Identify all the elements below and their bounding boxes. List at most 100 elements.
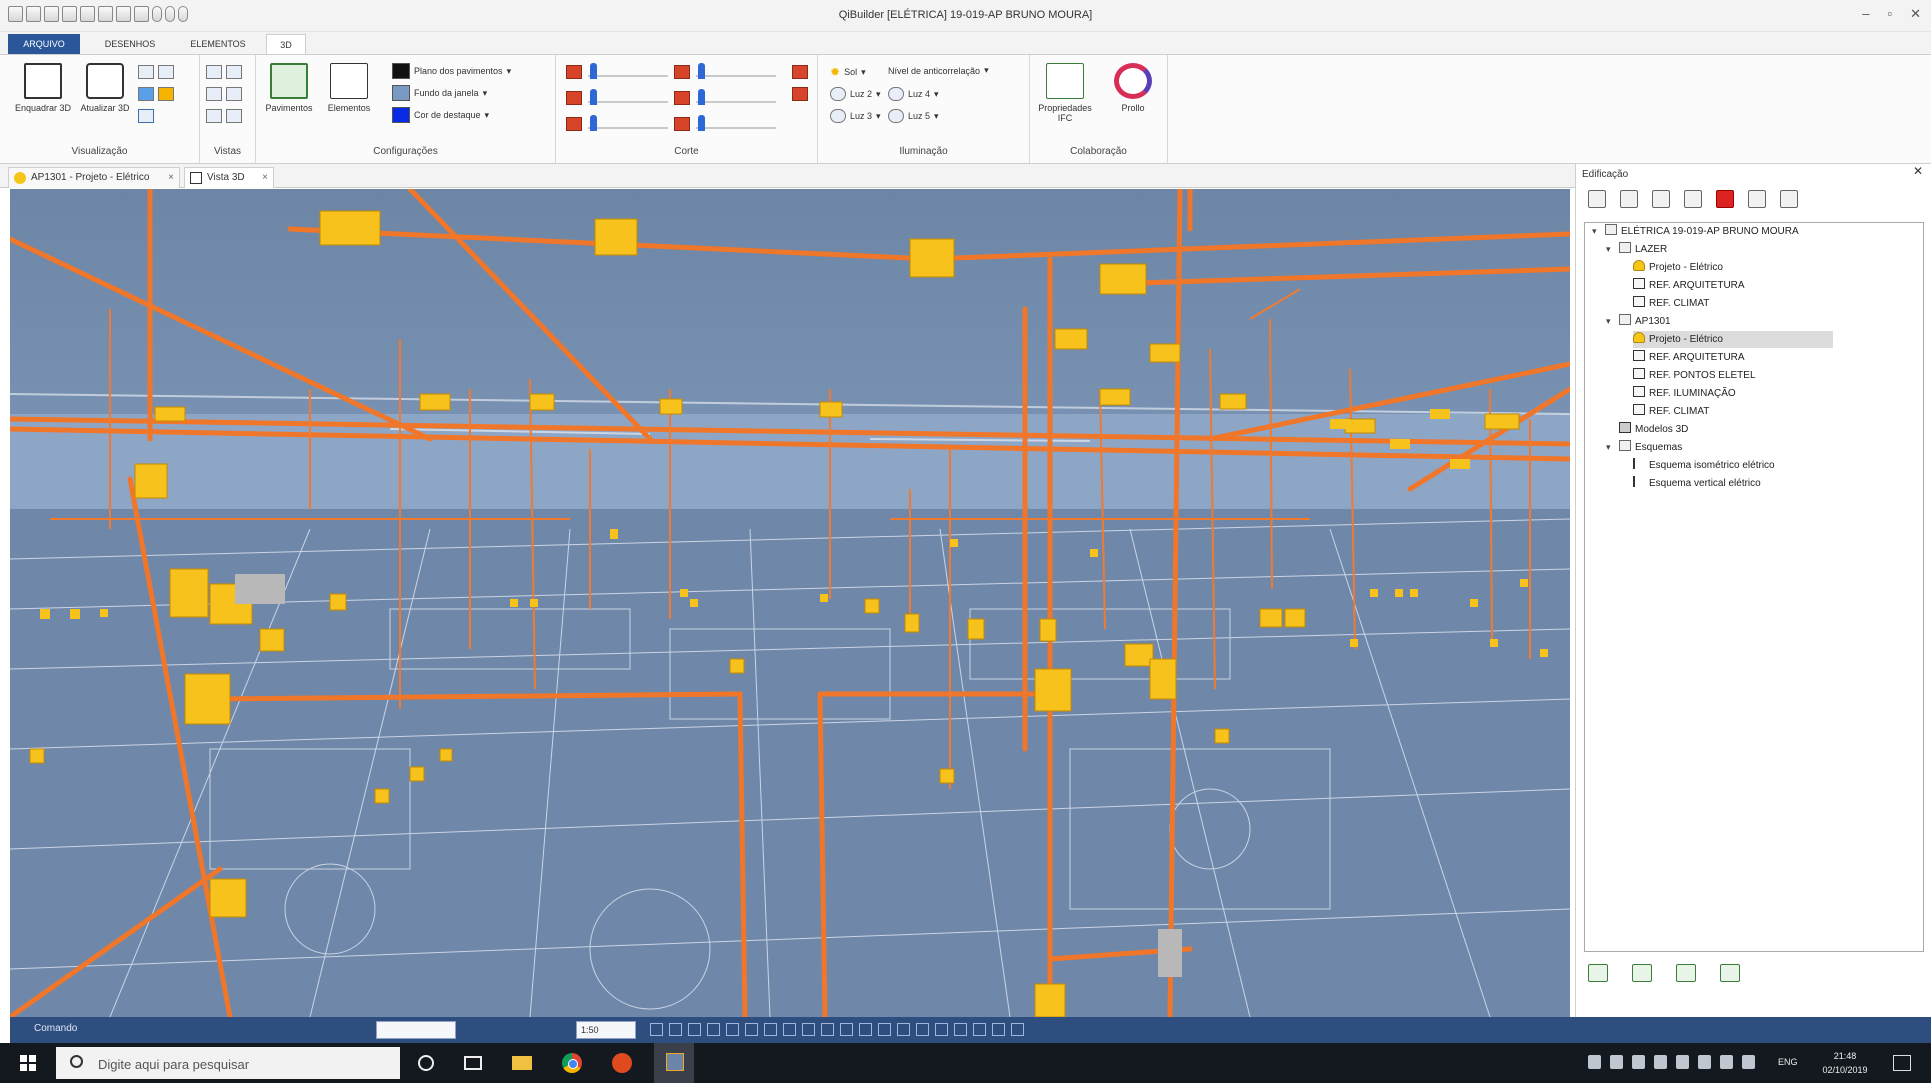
tools-icon[interactable] [1652,190,1670,208]
snap-tangent-icon[interactable] [783,1023,796,1036]
tree-node-ref-iluminacao[interactable]: REF. ILUMINAÇÃO [1633,385,1736,402]
view-right-icon[interactable] [226,87,242,101]
cut-z2-slider[interactable] [696,127,776,129]
tab-vista-3d[interactable]: Vista 3D × [184,167,274,188]
cut-z-slider[interactable] [588,127,668,129]
cut-z2-icon[interactable] [674,117,690,131]
cut-x2-slider[interactable] [696,75,776,77]
snap-midpoint-icon[interactable] [707,1023,720,1036]
cut-x-icon[interactable] [566,65,582,79]
luz3-toggle[interactable]: Luz 3 ▾ [830,109,881,123]
cor-destaque-dropdown[interactable]: Cor de destaque ▾ [392,107,489,123]
snap-cross-icon[interactable] [992,1023,1005,1036]
snap-extension-icon[interactable] [935,1023,948,1036]
clock[interactable]: 21:48 02/10/2019 [1815,1049,1875,1077]
snap-list-icon[interactable] [1011,1023,1024,1036]
snap-polar-icon[interactable] [840,1023,853,1036]
tree-node-ap1301[interactable]: ▾ AP1301 [1606,313,1671,330]
nivel-anticorrelacao-dropdown[interactable]: Nível de anticorrelação ▾ [888,65,989,76]
snap-track-icon[interactable] [859,1023,872,1036]
view-iso-icon[interactable] [226,109,242,123]
snap-intersection-icon[interactable] [745,1023,758,1036]
snap-grid-icon[interactable] [650,1023,663,1036]
language-indicator[interactable]: ENG [1778,1057,1798,1067]
qibuilder-taskbar-icon[interactable] [654,1043,694,1083]
snap-arc-icon[interactable] [897,1023,910,1036]
maximize-button[interactable]: ▫ [1887,6,1892,22]
scale-combo[interactable]: 1:50 [576,1021,636,1039]
3d-scene[interactable] [10,189,1570,1017]
layers-tab-icon[interactable] [1632,964,1652,982]
paste-icon[interactable] [1780,190,1798,208]
cut-y2-slider-handle[interactable] [698,89,705,105]
copy-icon[interactable] [1748,190,1766,208]
cut-y2-icon[interactable] [674,91,690,105]
settings-tab-icon[interactable] [1720,964,1740,982]
snap-line-icon[interactable] [878,1023,891,1036]
onedrive-icon[interactable] [1720,1055,1733,1069]
office-icon[interactable] [612,1053,632,1073]
cut-y-slider-handle[interactable] [590,89,597,105]
close-button[interactable]: ✕ [1910,6,1921,22]
delete-icon[interactable] [1716,190,1734,208]
close-icon[interactable]: ✕ [1913,164,1923,178]
atualizar-3d-button[interactable]: Atualizar 3D [76,61,134,133]
zoom-icon[interactable] [158,65,174,79]
cortana-icon[interactable] [418,1055,434,1071]
luz5-toggle[interactable]: Luz 5 ▾ [888,109,939,123]
cut-y-icon[interactable] [566,91,582,105]
snap-nearest-icon[interactable] [802,1023,815,1036]
cut-x2-slider-handle[interactable] [698,63,705,79]
view-back-icon[interactable] [206,109,222,123]
cut-z2-slider-handle[interactable] [698,115,705,131]
cut-x-slider[interactable] [588,75,668,77]
tab-arquivo[interactable]: ARQUIVO [8,34,80,54]
tree-node-projeto-eletrico-selected[interactable]: Projeto - Elétrico [1633,331,1833,348]
tree-node-esquema-isometrico[interactable]: Esquema isométrico elétrico [1633,457,1775,474]
tree-node-esquema-vertical[interactable]: Esquema vertical elétrico [1633,475,1761,492]
plano-pavimentos-dropdown[interactable]: Plano dos pavimentos ▾ [392,63,511,79]
view-left-icon[interactable] [206,87,222,101]
windows-start-icon[interactable] [20,1055,36,1071]
cut-z-icon[interactable] [566,117,582,131]
tree-node-modelos-3d[interactable]: Modelos 3D [1619,421,1688,438]
tab-projeto-eletrico[interactable]: AP1301 - Projeto - Elétrico × [8,167,180,188]
tab-3d[interactable]: 3D [266,34,306,54]
notifications-icon[interactable] [1893,1055,1911,1071]
edit-icon[interactable] [1684,190,1702,208]
tab-elementos[interactable]: ELEMENTOS [178,34,258,54]
cloud-icon[interactable] [1698,1055,1711,1069]
cut-box-icon[interactable] [792,65,808,79]
snap-parallel-icon[interactable] [954,1023,967,1036]
task-view-icon[interactable] [464,1056,482,1070]
minimize-button[interactable]: – [1862,6,1869,22]
tree-node-ref-arquitetura[interactable]: REF. ARQUITETURA [1633,349,1745,366]
cut-y2-slider[interactable] [696,101,776,103]
tab-desenhos[interactable]: DESENHOS [92,34,168,54]
cut-reset-icon[interactable] [792,87,808,101]
close-tab-icon[interactable]: × [262,168,268,188]
file-explorer-icon[interactable] [512,1056,532,1070]
building-tab-icon[interactable] [1588,964,1608,982]
taskbar-search-box[interactable]: Digite aqui para pesquisar [56,1047,400,1079]
close-tab-icon[interactable]: × [168,168,174,188]
tray-app-icon[interactable] [1632,1055,1645,1069]
view-front-icon[interactable] [226,65,242,79]
cut-y-slider[interactable] [588,101,668,103]
luz2-toggle[interactable]: Luz 2 ▾ [830,87,881,101]
save-item-icon[interactable] [1620,190,1638,208]
collapse-icon[interactable]: ▾ [1606,439,1616,456]
prollo-button[interactable]: Prollo [1104,61,1162,133]
volume-icon[interactable] [1742,1055,1755,1069]
navigation-cube-icon[interactable] [138,87,154,101]
tray-chevron-icon[interactable] [1588,1055,1601,1069]
snap-perpendicular-icon[interactable] [764,1023,777,1036]
view-top-icon[interactable] [206,65,222,79]
tree-node-building[interactable]: ▾ ELÉTRICA 19-019-AP BRUNO MOURA [1592,223,1799,240]
tray-app-icon[interactable] [1610,1055,1623,1069]
propriedades-ifc-button[interactable]: Propriedades IFC [1036,61,1094,133]
new-item-icon[interactable] [1588,190,1606,208]
tree-node-ref-climat[interactable]: REF. CLIMAT [1633,403,1709,420]
cut-x-slider-handle[interactable] [590,63,597,79]
command-input[interactable] [376,1021,456,1039]
